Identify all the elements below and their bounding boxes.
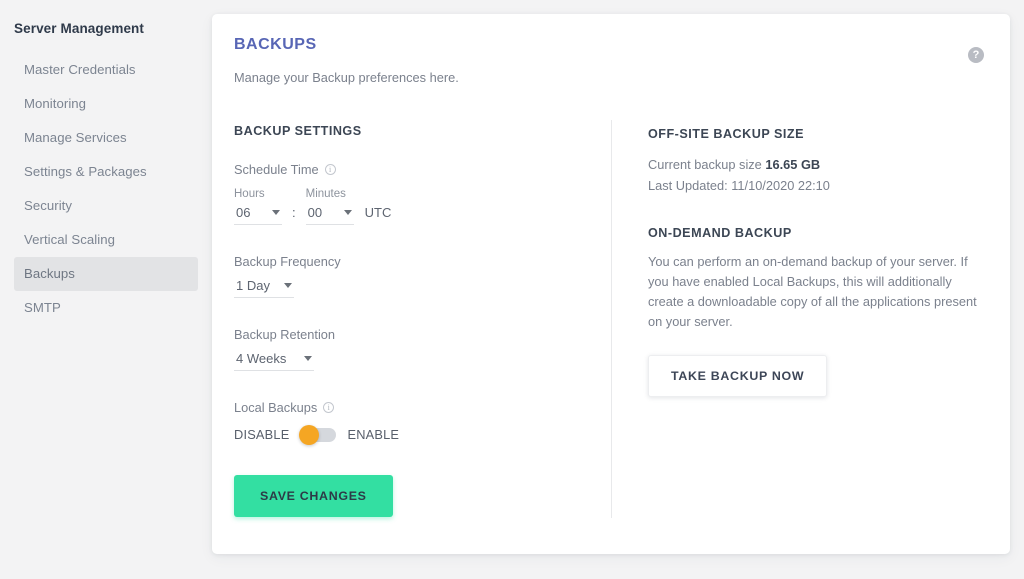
sidebar-item-master-credentials[interactable]: Master Credentials — [14, 53, 198, 87]
time-separator: : — [292, 205, 296, 220]
backup-info-column: OFF-SITE BACKUP SIZE Current backup size… — [648, 127, 986, 397]
toggle-off-label: DISABLE — [234, 427, 290, 442]
current-backup-size-value: 16.65 GB — [765, 157, 821, 172]
save-changes-button[interactable]: SAVE CHANGES — [234, 475, 393, 517]
chevron-down-icon — [304, 356, 312, 361]
backup-retention-select[interactable]: 4 Weeks — [234, 351, 314, 371]
local-backups-toggle[interactable] — [299, 424, 337, 445]
sidebar-item-backups[interactable]: Backups — [14, 257, 198, 291]
sidebar: Server Management Master Credentials Mon… — [0, 0, 212, 579]
column-divider — [611, 120, 612, 518]
hours-caption: Hours — [234, 188, 265, 200]
hours-value: 06 — [236, 205, 251, 220]
minutes-caption: Minutes — [305, 188, 346, 200]
schedule-time-row: Hours 06 : Minutes 00 UTC — [234, 188, 604, 225]
info-icon[interactable]: i — [324, 164, 336, 175]
last-updated-text: Last Updated: 11/10/2020 22:10 — [648, 178, 830, 193]
sidebar-item-manage-services[interactable]: Manage Services — [14, 121, 198, 155]
backup-frequency-value: 1 Day — [236, 278, 270, 293]
backups-card: BACKUPS Manage your Backup preferences h… — [212, 14, 1010, 554]
backup-settings-column: BACKUP SETTINGS Schedule Time i Hours 06… — [234, 124, 604, 517]
local-backups-toggle-row: DISABLE ENABLE — [234, 424, 604, 445]
offsite-backup-size-heading: OFF-SITE BACKUP SIZE — [648, 127, 805, 141]
info-icon[interactable]: i — [323, 402, 335, 413]
minutes-group: Minutes 00 — [305, 188, 354, 225]
schedule-time-label-text: Schedule Time — [234, 162, 319, 177]
schedule-time-label: Schedule Time i — [234, 162, 604, 177]
page-root: Server Management Master Credentials Mon… — [0, 0, 1024, 579]
backup-settings-heading: BACKUP SETTINGS — [234, 124, 362, 138]
current-backup-size-label: Current backup size — [648, 157, 762, 172]
toggle-knob — [299, 424, 320, 445]
on-demand-backup-heading: ON-DEMAND BACKUP — [648, 226, 792, 240]
toggle-on-label: ENABLE — [347, 427, 400, 442]
local-backups-label-text: Local Backups — [234, 400, 318, 415]
timezone-label: UTC — [364, 205, 392, 220]
chevron-down-icon — [272, 210, 280, 215]
current-backup-size: Current backup size 16.65 GB — [648, 157, 986, 172]
minutes-value: 00 — [307, 205, 323, 220]
sidebar-item-vertical-scaling[interactable]: Vertical Scaling — [14, 223, 198, 257]
minutes-select[interactable]: 00 — [305, 205, 354, 225]
page-title: BACKUPS — [234, 36, 317, 53]
chevron-down-icon — [343, 210, 352, 215]
backup-retention-label: Backup Retention — [234, 327, 604, 342]
sidebar-item-monitoring[interactable]: Monitoring — [14, 87, 198, 121]
backup-frequency-label-text: Backup Frequency — [234, 254, 341, 269]
hours-select[interactable]: 06 — [234, 205, 282, 225]
take-backup-now-button[interactable]: TAKE BACKUP NOW — [648, 354, 828, 397]
sidebar-item-security[interactable]: Security — [14, 189, 198, 223]
sidebar-item-smtp[interactable]: SMTP — [14, 291, 198, 325]
backup-frequency-select[interactable]: 1 Day — [234, 278, 294, 298]
sidebar-item-settings-packages[interactable]: Settings & Packages — [14, 155, 198, 189]
sidebar-title: Server Management — [14, 21, 145, 36]
on-demand-backup-description: You can perform an on-demand backup of y… — [648, 254, 977, 329]
backup-retention-label-text: Backup Retention — [234, 327, 336, 342]
backup-frequency-label: Backup Frequency — [234, 254, 604, 269]
page-subtitle: Manage your Backup preferences here. — [234, 70, 459, 85]
chevron-down-icon — [284, 283, 292, 288]
hours-group: Hours 06 — [234, 188, 282, 225]
backup-retention-value: 4 Weeks — [236, 351, 287, 366]
help-icon[interactable]: ? — [968, 47, 984, 63]
local-backups-label: Local Backups i — [234, 400, 604, 415]
